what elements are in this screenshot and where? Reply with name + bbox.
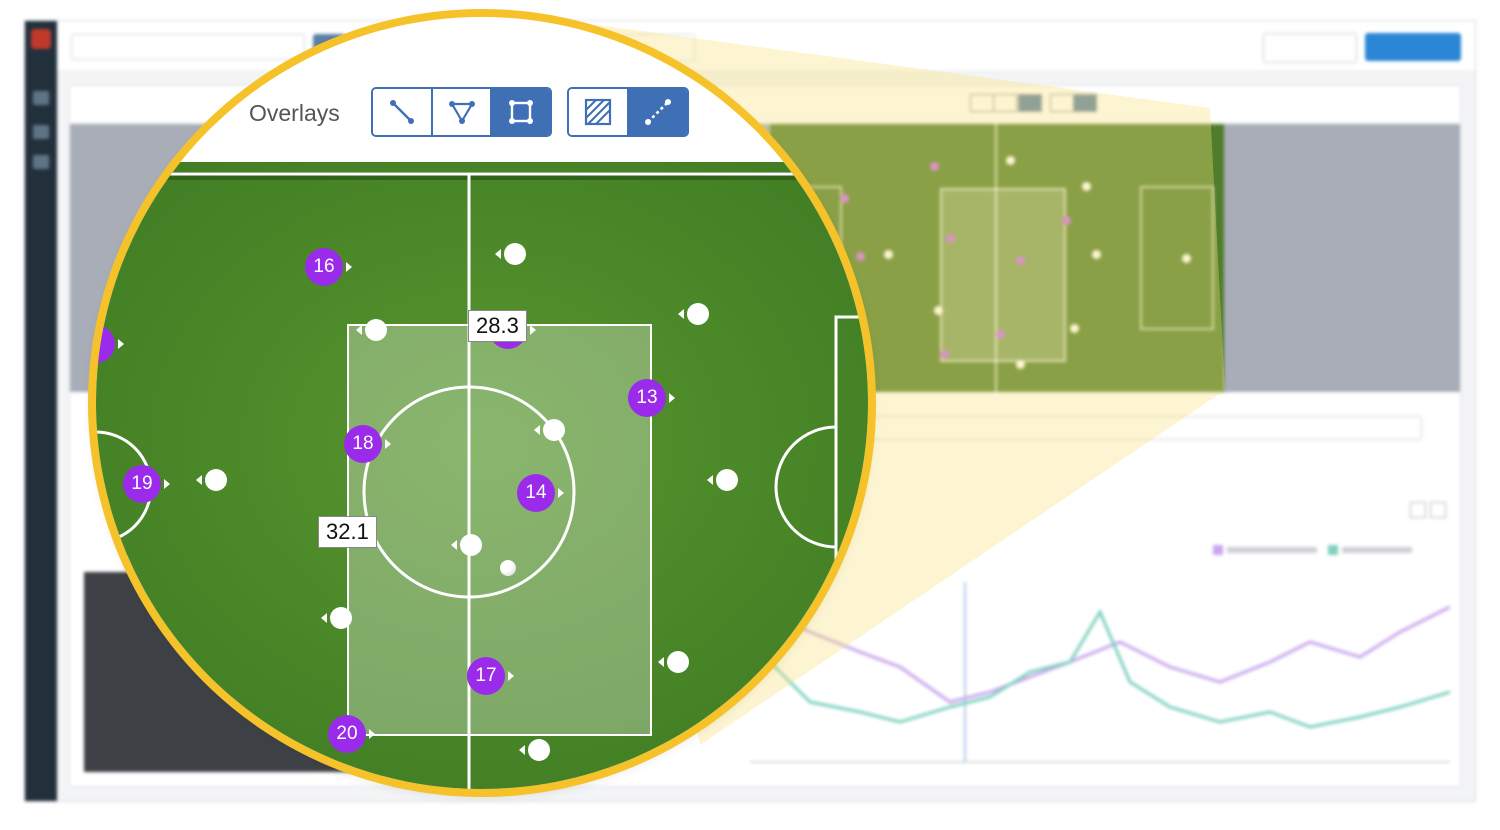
- player-19[interactable]: 19: [123, 465, 170, 503]
- overlays-label: Overlays: [249, 100, 340, 126]
- overlays-toolbar: Overlays: [96, 17, 868, 162]
- rectangle-tool-button[interactable]: [492, 89, 550, 135]
- area-tool-group: [567, 87, 689, 137]
- mini-triangle-tool[interactable]: [993, 94, 1017, 112]
- player-20[interactable]: 20: [328, 715, 375, 753]
- opponent-player[interactable]: [495, 243, 526, 265]
- player-16[interactable]: 16: [305, 248, 352, 286]
- vertical-spread-label: 32.1: [318, 516, 377, 548]
- opponent-player[interactable]: [678, 303, 709, 325]
- hatched-area-icon: [584, 98, 612, 126]
- line-tool-button[interactable]: [373, 89, 433, 135]
- player-17[interactable]: 17: [467, 657, 514, 695]
- opponent-player[interactable]: [356, 319, 387, 341]
- nav-analysis-icon[interactable]: [33, 91, 49, 105]
- ball-icon: [500, 560, 516, 576]
- rectangle-tool-icon: [509, 100, 534, 124]
- player-14[interactable]: 14: [517, 474, 564, 512]
- chart-prev-button[interactable]: [1410, 502, 1426, 518]
- chart-legend: [1205, 544, 1412, 555]
- opponent-player[interactable]: [451, 534, 482, 556]
- opponent-player[interactable]: [196, 469, 227, 491]
- zoomed-pitch[interactable]: 16 12 13 18 19 14 17 20 28.3 32.1: [96, 162, 868, 789]
- triangle-tool-icon: [448, 101, 475, 124]
- nav-video-icon[interactable]: [33, 125, 49, 139]
- chart-pager: [1406, 502, 1446, 523]
- mini-area-tool[interactable]: [1050, 94, 1074, 112]
- left-navigation-rail: [25, 21, 57, 801]
- horizontal-spread-label: 28.3: [468, 310, 527, 342]
- opponent-player[interactable]: [519, 739, 550, 761]
- legend-swatch-purple: [1213, 544, 1223, 555]
- mini-rect-tool[interactable]: [1018, 94, 1042, 112]
- mini-dotted-tool[interactable]: [1073, 94, 1097, 112]
- dotted-line-icon: [645, 99, 671, 125]
- saved-clips-button[interactable]: [1263, 33, 1357, 63]
- chart-next-button[interactable]: [1430, 502, 1446, 518]
- new-analysis-button[interactable]: [1365, 33, 1461, 61]
- opponent-player[interactable]: [534, 419, 565, 441]
- triangle-tool-button[interactable]: [432, 89, 493, 135]
- player-13[interactable]: 13: [628, 379, 675, 417]
- legend-swatch-teal: [1327, 544, 1338, 555]
- line-tool-icon: [389, 100, 414, 124]
- dotted-line-button[interactable]: [629, 89, 687, 135]
- magnified-view: Overlays 16 13 18 19 14 17 20 28.3 32.1: [96, 17, 868, 789]
- opponent-player[interactable]: [321, 607, 352, 629]
- opponent-player[interactable]: [707, 469, 738, 491]
- mini-line-tool[interactable]: [970, 94, 994, 112]
- nav-user-icon[interactable]: [33, 155, 49, 169]
- opponent-player[interactable]: [658, 651, 689, 673]
- player-18[interactable]: 18: [344, 425, 391, 463]
- hatched-area-button[interactable]: [569, 89, 629, 135]
- shape-tool-group: [371, 87, 552, 137]
- app-logo: [31, 29, 51, 49]
- timeline-scrubber[interactable]: [860, 416, 1422, 440]
